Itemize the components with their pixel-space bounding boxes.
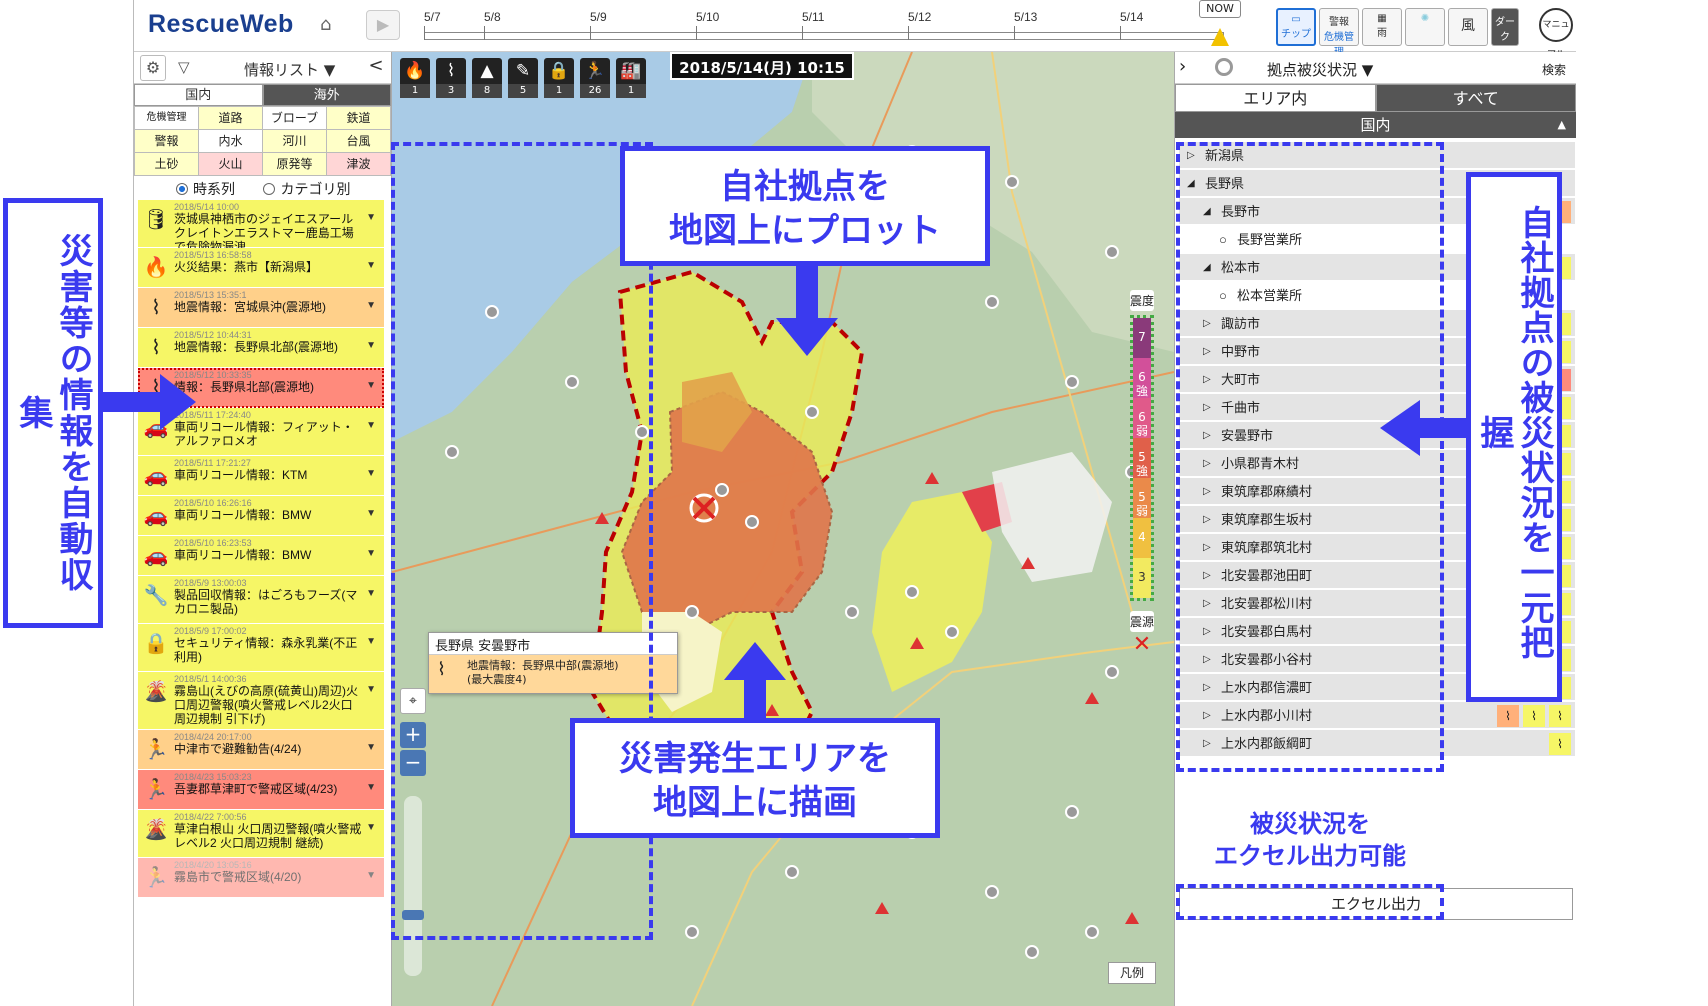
arrow-right-icon [160,374,196,430]
annotation-arrows [100,266,1470,722]
arrow-left-icon [1380,400,1420,456]
arrow-down-icon [796,266,818,318]
arrow-down-icon [776,318,838,356]
arrow-right-icon [100,392,160,412]
arrow-left-icon [1420,418,1470,438]
arrow-up-icon [744,678,766,722]
arrow-up-icon [724,642,786,680]
